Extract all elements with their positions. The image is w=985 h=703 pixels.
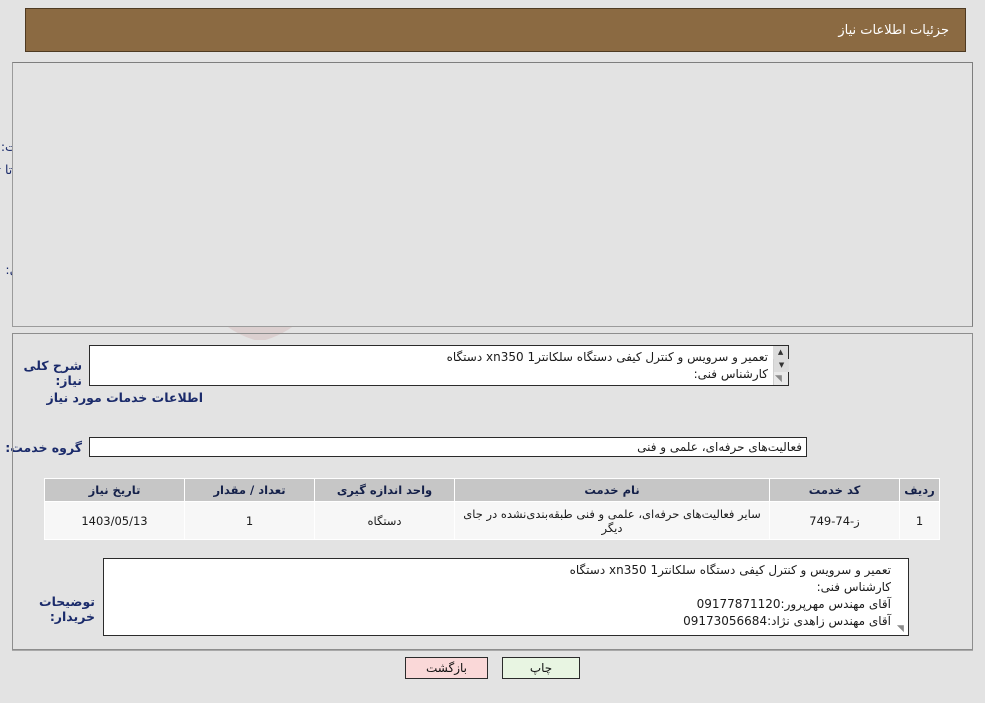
need-info-panel <box>12 62 973 327</box>
col-code: کد خدمت <box>769 478 900 502</box>
print-button[interactable]: چاپ <box>502 657 580 679</box>
table-header-row: ردیف کد خدمت نام خدمت واحد اندازه گیری ت… <box>44 478 940 502</box>
page-title: جزئیات اطلاعات نیاز <box>838 22 949 38</box>
col-unit: واحد اندازه گیری <box>314 478 455 502</box>
action-button-bar: چاپ بازگشت <box>0 657 985 679</box>
col-qty: تعداد / مقدار <box>184 478 315 502</box>
bottom-divider <box>12 650 973 651</box>
cell-radif: 1 <box>899 501 940 540</box>
cell-qty: 1 <box>184 501 315 540</box>
col-radif: ردیف <box>899 478 940 502</box>
table-row: 1 ز-74-749 سایر فعالیت‌های حرفه‌ای، علمی… <box>44 501 940 540</box>
cell-unit: دستگاه <box>314 501 455 540</box>
col-name: نام خدمت <box>454 478 770 502</box>
back-button[interactable]: بازگشت <box>405 657 488 679</box>
cell-date: 1403/05/13 <box>44 501 185 540</box>
services-table: ردیف کد خدمت نام خدمت واحد اندازه گیری ت… <box>44 478 940 540</box>
page-title-bar: جزئیات اطلاعات نیاز <box>25 8 966 52</box>
cell-code: ز-74-749 <box>769 501 900 540</box>
cell-name: سایر فعالیت‌های حرفه‌ای، علمی و فنی طبقه… <box>454 501 770 540</box>
col-date: تاریخ نیاز <box>44 478 185 502</box>
